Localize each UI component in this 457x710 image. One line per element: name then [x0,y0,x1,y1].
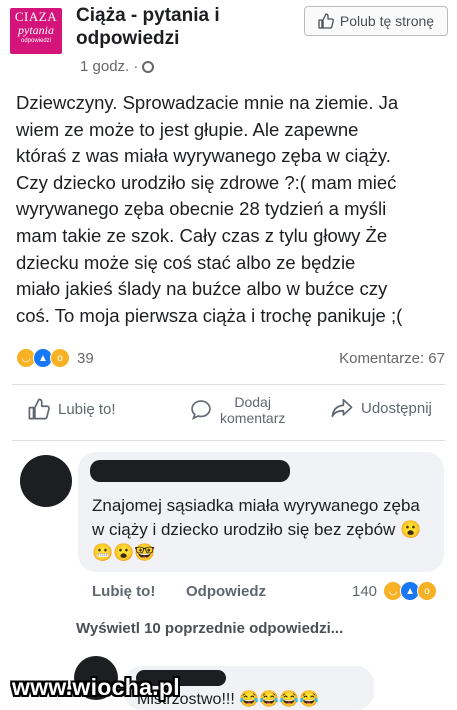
like-page-label: Polub tę stronę [339,13,435,29]
globe-icon [142,60,155,73]
comment-button[interactable]: Dodaj komentarz [190,394,285,426]
thumbs-up-icon [28,398,50,420]
page-name[interactable]: Ciąża - pytania i odpowiedzi [76,4,276,50]
comment-label-line2: komentarz [220,410,286,426]
thumbs-up-icon [318,13,334,29]
divider [12,440,445,441]
comment-reply-button[interactable]: Odpowiedz [186,583,266,600]
logo-line-2: pytania [18,23,54,37]
logo-line-3: odpowiedzi [20,38,52,44]
like-button[interactable]: Lubię to! [28,398,116,420]
comment-reaction-count: 140 [352,582,378,600]
wow-reaction-icon: o [50,348,70,368]
comment-reactions[interactable]: 140 ◡ ▲ o [352,581,438,601]
share-button[interactable]: Udostępnij [331,398,432,418]
reaction-count: 39 [77,349,94,367]
comments-count[interactable]: Komentarze: 67 [339,350,445,367]
view-previous-replies[interactable]: Wyświetl 10 poprzednie odpowiedzi... [76,620,343,637]
post-time[interactable]: 1 godz. · [80,58,138,75]
post-text: Dziewczyny. Sprowadzacie mnie na ziemie.… [16,92,403,326]
divider [12,384,445,385]
avatar[interactable] [20,455,72,507]
page-logo[interactable]: CIAZA pytania odpowiedzi [10,8,62,54]
share-icon [331,398,353,418]
post-meta: 1 godz. · [80,58,155,75]
like-label: Lubię to! [58,400,116,418]
comment-icon [191,400,211,420]
comment-text: Znajomej sąsiadka miała wyrywanego zęba … [92,496,422,562]
share-label: Udostępnij [361,399,432,417]
reactions-summary[interactable]: ◡ ▲ o 39 [16,348,94,368]
logo-line-1: CIAZA [14,9,58,24]
like-page-button[interactable]: Polub tę stronę [304,6,448,36]
commenter-name-redacted [90,460,290,482]
comment-like-button[interactable]: Lubię to! [92,583,155,600]
comment-label: Dodaj komentarz [220,394,285,426]
watermark: www.wiocha.pl [12,674,180,700]
comment-label-line1: Dodaj [234,394,271,410]
wow-reaction-icon: o [417,581,438,601]
